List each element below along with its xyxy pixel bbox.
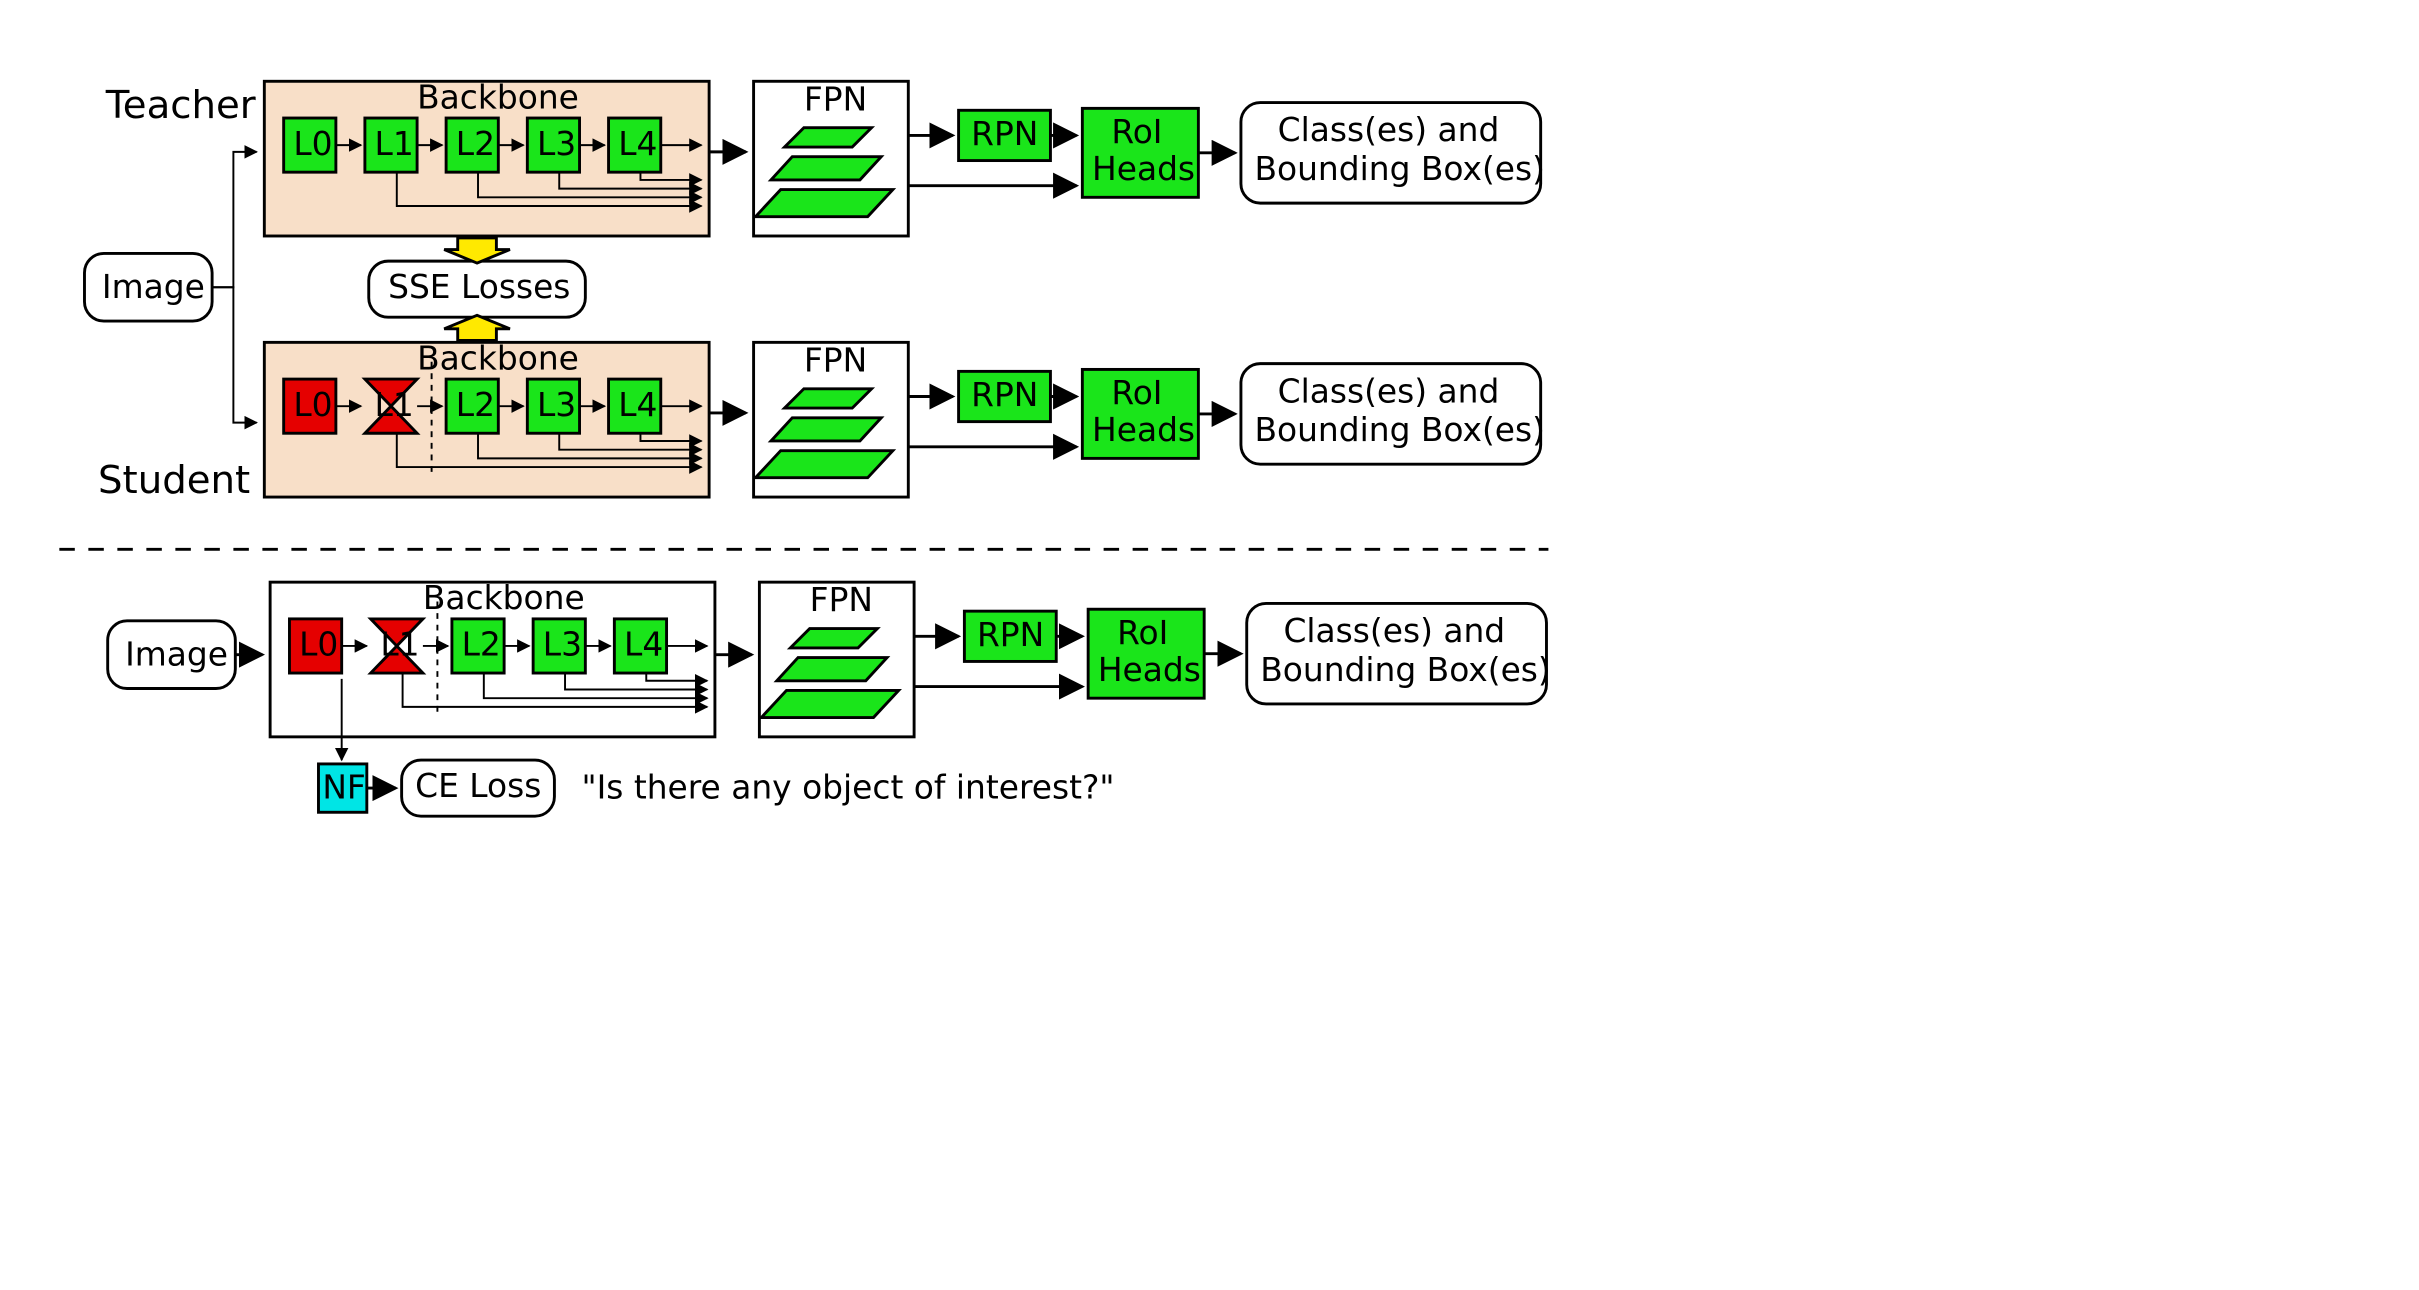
layer-L4-label: L4 bbox=[618, 385, 657, 424]
layer-L0-label: L0 bbox=[299, 625, 338, 664]
bottom-out-l1: Class(es) and bbox=[1283, 611, 1505, 650]
layer-L1-label: L1 bbox=[375, 385, 414, 424]
layer-L3-label: L3 bbox=[537, 124, 576, 163]
arrow-image-to-teacher bbox=[212, 152, 256, 287]
student-out-l1: Class(es) and bbox=[1278, 371, 1500, 410]
layer-L1-label: L1 bbox=[380, 625, 419, 664]
architecture-diagram: .txt { font-family: "DejaVu Sans","Verda… bbox=[40, 40, 2379, 1250]
bottom-backbone-title: Backbone bbox=[423, 578, 585, 617]
teacher-roi-l2: Heads bbox=[1092, 149, 1195, 188]
teacher-out-l2: Bounding Box(es) bbox=[1254, 149, 1544, 188]
layer-L2-label: L2 bbox=[456, 124, 495, 163]
layer-L2-label: L2 bbox=[462, 625, 501, 664]
student-backbone-title: Backbone bbox=[417, 338, 579, 377]
bottom-roi-l2: Heads bbox=[1098, 650, 1201, 689]
bottom-out-l2: Bounding Box(es) bbox=[1260, 650, 1550, 689]
student-out-l2: Bounding Box(es) bbox=[1254, 410, 1544, 449]
image-label: Image bbox=[102, 267, 205, 306]
student-roi-l1: RoI bbox=[1111, 373, 1162, 412]
layer-L4-label: L4 bbox=[618, 124, 657, 163]
bottom-rpn-label: RPN bbox=[977, 615, 1044, 654]
yellow-arrow-down bbox=[444, 238, 510, 263]
sse-label: SSE Losses bbox=[388, 267, 570, 306]
arrow-image-to-student bbox=[212, 287, 256, 422]
teacher-rpn-label: RPN bbox=[971, 114, 1038, 153]
question-text: "Is there any object of interest?" bbox=[581, 768, 1114, 807]
teacher-fpn-label: FPN bbox=[804, 79, 867, 118]
teacher-out-l1: Class(es) and bbox=[1278, 110, 1500, 149]
student-rpn-label: RPN bbox=[971, 375, 1038, 414]
layer-L0-label: L0 bbox=[293, 385, 332, 424]
layer-L1-label: L1 bbox=[375, 124, 414, 163]
nf-label: NF bbox=[322, 768, 365, 807]
layer-L4-label: L4 bbox=[624, 625, 663, 664]
layer-L2-label: L2 bbox=[456, 385, 495, 424]
bottom-fpn-label: FPN bbox=[810, 580, 873, 619]
layer-L3-label: L3 bbox=[543, 625, 582, 664]
image-label-2: Image bbox=[125, 634, 228, 673]
yellow-arrow-up bbox=[444, 315, 510, 340]
teacher-backbone-title: Backbone bbox=[417, 77, 579, 116]
teacher-roi-l1: RoI bbox=[1111, 112, 1162, 151]
student-label: Student bbox=[98, 458, 250, 503]
teacher-label: Teacher bbox=[105, 83, 256, 128]
student-roi-l2: Heads bbox=[1092, 410, 1195, 449]
layer-L3-label: L3 bbox=[537, 385, 576, 424]
layer-L0-label: L0 bbox=[293, 124, 332, 163]
ce-label: CE Loss bbox=[415, 766, 541, 805]
student-fpn-label: FPN bbox=[804, 340, 867, 379]
bottom-roi-l1: RoI bbox=[1117, 613, 1168, 652]
